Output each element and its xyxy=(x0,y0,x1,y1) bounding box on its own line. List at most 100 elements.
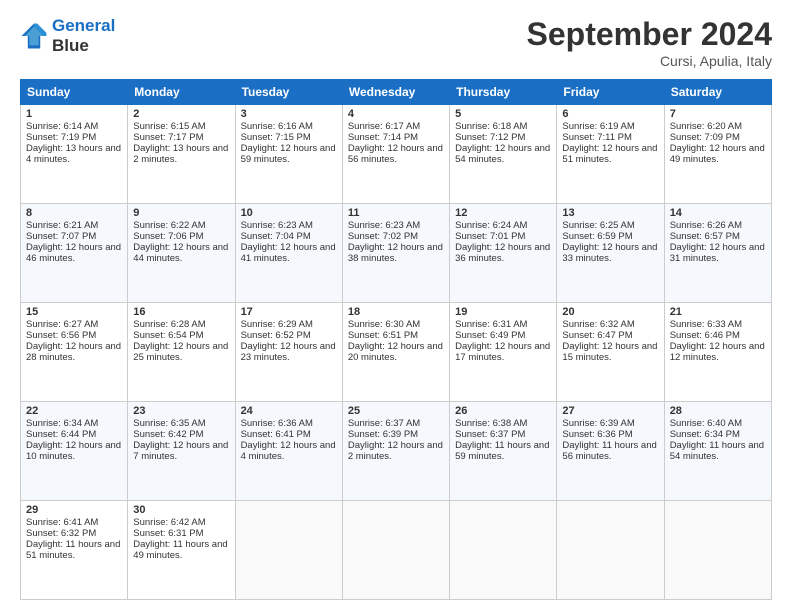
sunset-text: Sunset: 6:39 PM xyxy=(348,429,418,440)
logo-text: General Blue xyxy=(52,16,115,55)
daylight-text: Daylight: 13 hours and 2 minutes. xyxy=(133,143,228,165)
daylight-text: Daylight: 12 hours and 44 minutes. xyxy=(133,242,228,264)
sunrise-text: Sunrise: 6:18 AM xyxy=(455,121,527,132)
sunset-text: Sunset: 6:46 PM xyxy=(670,330,740,341)
week-row-3: 15Sunrise: 6:27 AMSunset: 6:56 PMDayligh… xyxy=(21,303,772,402)
day-number: 23 xyxy=(133,405,229,417)
daylight-text: Daylight: 12 hours and 2 minutes. xyxy=(348,440,443,462)
logo: General Blue xyxy=(20,16,115,55)
day-number: 4 xyxy=(348,108,444,120)
day-number: 16 xyxy=(133,306,229,318)
sunset-text: Sunset: 7:07 PM xyxy=(26,231,96,242)
week-row-4: 22Sunrise: 6:34 AMSunset: 6:44 PMDayligh… xyxy=(21,402,772,501)
calendar-cell: 5Sunrise: 6:18 AMSunset: 7:12 PMDaylight… xyxy=(450,105,557,204)
week-row-1: 1Sunrise: 6:14 AMSunset: 7:19 PMDaylight… xyxy=(21,105,772,204)
sunset-text: Sunset: 7:12 PM xyxy=(455,132,525,143)
day-number: 12 xyxy=(455,207,551,219)
daylight-text: Daylight: 12 hours and 51 minutes. xyxy=(562,143,657,165)
day-number: 13 xyxy=(562,207,658,219)
daylight-text: Daylight: 12 hours and 41 minutes. xyxy=(241,242,336,264)
calendar-cell: 16Sunrise: 6:28 AMSunset: 6:54 PMDayligh… xyxy=(128,303,235,402)
title-block: September 2024 Cursi, Apulia, Italy xyxy=(527,16,772,69)
sunrise-text: Sunrise: 6:16 AM xyxy=(241,121,313,132)
sunset-text: Sunset: 6:34 PM xyxy=(670,429,740,440)
daylight-text: Daylight: 12 hours and 33 minutes. xyxy=(562,242,657,264)
sunset-text: Sunset: 7:04 PM xyxy=(241,231,311,242)
day-number: 30 xyxy=(133,504,229,516)
sunset-text: Sunset: 6:57 PM xyxy=(670,231,740,242)
day-header-thursday: Thursday xyxy=(450,80,557,105)
calendar-cell: 20Sunrise: 6:32 AMSunset: 6:47 PMDayligh… xyxy=(557,303,664,402)
day-number: 24 xyxy=(241,405,337,417)
daylight-text: Daylight: 12 hours and 7 minutes. xyxy=(133,440,228,462)
sunrise-text: Sunrise: 6:26 AM xyxy=(670,220,742,231)
week-row-2: 8Sunrise: 6:21 AMSunset: 7:07 PMDaylight… xyxy=(21,204,772,303)
daylight-text: Daylight: 11 hours and 51 minutes. xyxy=(26,539,120,561)
calendar-cell xyxy=(450,501,557,600)
day-number: 6 xyxy=(562,108,658,120)
calendar-cell xyxy=(235,501,342,600)
daylight-text: Daylight: 12 hours and 20 minutes. xyxy=(348,341,443,363)
day-number: 17 xyxy=(241,306,337,318)
sunset-text: Sunset: 6:36 PM xyxy=(562,429,632,440)
daylight-text: Daylight: 12 hours and 15 minutes. xyxy=(562,341,657,363)
day-number: 28 xyxy=(670,405,766,417)
page: General Blue September 2024 Cursi, Apuli… xyxy=(0,0,792,612)
sunset-text: Sunset: 6:47 PM xyxy=(562,330,632,341)
calendar-cell: 9Sunrise: 6:22 AMSunset: 7:06 PMDaylight… xyxy=(128,204,235,303)
day-number: 29 xyxy=(26,504,122,516)
calendar-cell: 2Sunrise: 6:15 AMSunset: 7:17 PMDaylight… xyxy=(128,105,235,204)
sunset-text: Sunset: 7:15 PM xyxy=(241,132,311,143)
sunrise-text: Sunrise: 6:22 AM xyxy=(133,220,205,231)
sunrise-text: Sunrise: 6:34 AM xyxy=(26,418,98,429)
sunrise-text: Sunrise: 6:29 AM xyxy=(241,319,313,330)
calendar-cell: 17Sunrise: 6:29 AMSunset: 6:52 PMDayligh… xyxy=(235,303,342,402)
day-number: 11 xyxy=(348,207,444,219)
sunset-text: Sunset: 7:01 PM xyxy=(455,231,525,242)
day-number: 21 xyxy=(670,306,766,318)
calendar-cell: 8Sunrise: 6:21 AMSunset: 7:07 PMDaylight… xyxy=(21,204,128,303)
sunrise-text: Sunrise: 6:19 AM xyxy=(562,121,634,132)
daylight-text: Daylight: 12 hours and 31 minutes. xyxy=(670,242,765,264)
sunrise-text: Sunrise: 6:20 AM xyxy=(670,121,742,132)
sunrise-text: Sunrise: 6:23 AM xyxy=(348,220,420,231)
day-header-sunday: Sunday xyxy=(21,80,128,105)
calendar-cell: 15Sunrise: 6:27 AMSunset: 6:56 PMDayligh… xyxy=(21,303,128,402)
daylight-text: Daylight: 12 hours and 10 minutes. xyxy=(26,440,121,462)
calendar-cell: 30Sunrise: 6:42 AMSunset: 6:31 PMDayligh… xyxy=(128,501,235,600)
sunrise-text: Sunrise: 6:38 AM xyxy=(455,418,527,429)
daylight-text: Daylight: 11 hours and 49 minutes. xyxy=(133,539,227,561)
sunset-text: Sunset: 7:14 PM xyxy=(348,132,418,143)
daylight-text: Daylight: 11 hours and 59 minutes. xyxy=(455,440,549,462)
daylight-text: Daylight: 12 hours and 23 minutes. xyxy=(241,341,336,363)
sunset-text: Sunset: 7:17 PM xyxy=(133,132,203,143)
calendar-cell: 4Sunrise: 6:17 AMSunset: 7:14 PMDaylight… xyxy=(342,105,449,204)
sunrise-text: Sunrise: 6:37 AM xyxy=(348,418,420,429)
daylight-text: Daylight: 12 hours and 25 minutes. xyxy=(133,341,228,363)
calendar-cell: 1Sunrise: 6:14 AMSunset: 7:19 PMDaylight… xyxy=(21,105,128,204)
daylight-text: Daylight: 12 hours and 28 minutes. xyxy=(26,341,121,363)
daylight-text: Daylight: 12 hours and 36 minutes. xyxy=(455,242,550,264)
sunset-text: Sunset: 7:06 PM xyxy=(133,231,203,242)
daylight-text: Daylight: 12 hours and 38 minutes. xyxy=(348,242,443,264)
header: General Blue September 2024 Cursi, Apuli… xyxy=(20,16,772,69)
daylight-text: Daylight: 12 hours and 17 minutes. xyxy=(455,341,550,363)
calendar-cell: 29Sunrise: 6:41 AMSunset: 6:32 PMDayligh… xyxy=(21,501,128,600)
calendar-cell: 22Sunrise: 6:34 AMSunset: 6:44 PMDayligh… xyxy=(21,402,128,501)
calendar-cell: 28Sunrise: 6:40 AMSunset: 6:34 PMDayligh… xyxy=(664,402,771,501)
day-number: 26 xyxy=(455,405,551,417)
daylight-text: Daylight: 12 hours and 46 minutes. xyxy=(26,242,121,264)
sunrise-text: Sunrise: 6:15 AM xyxy=(133,121,205,132)
sunrise-text: Sunrise: 6:27 AM xyxy=(26,319,98,330)
calendar-cell: 21Sunrise: 6:33 AMSunset: 6:46 PMDayligh… xyxy=(664,303,771,402)
day-number: 8 xyxy=(26,207,122,219)
day-header-saturday: Saturday xyxy=(664,80,771,105)
day-number: 15 xyxy=(26,306,122,318)
calendar-cell: 14Sunrise: 6:26 AMSunset: 6:57 PMDayligh… xyxy=(664,204,771,303)
sunset-text: Sunset: 6:56 PM xyxy=(26,330,96,341)
day-number: 18 xyxy=(348,306,444,318)
sunset-text: Sunset: 6:52 PM xyxy=(241,330,311,341)
daylight-text: Daylight: 12 hours and 54 minutes. xyxy=(455,143,550,165)
day-header-monday: Monday xyxy=(128,80,235,105)
calendar-cell: 13Sunrise: 6:25 AMSunset: 6:59 PMDayligh… xyxy=(557,204,664,303)
